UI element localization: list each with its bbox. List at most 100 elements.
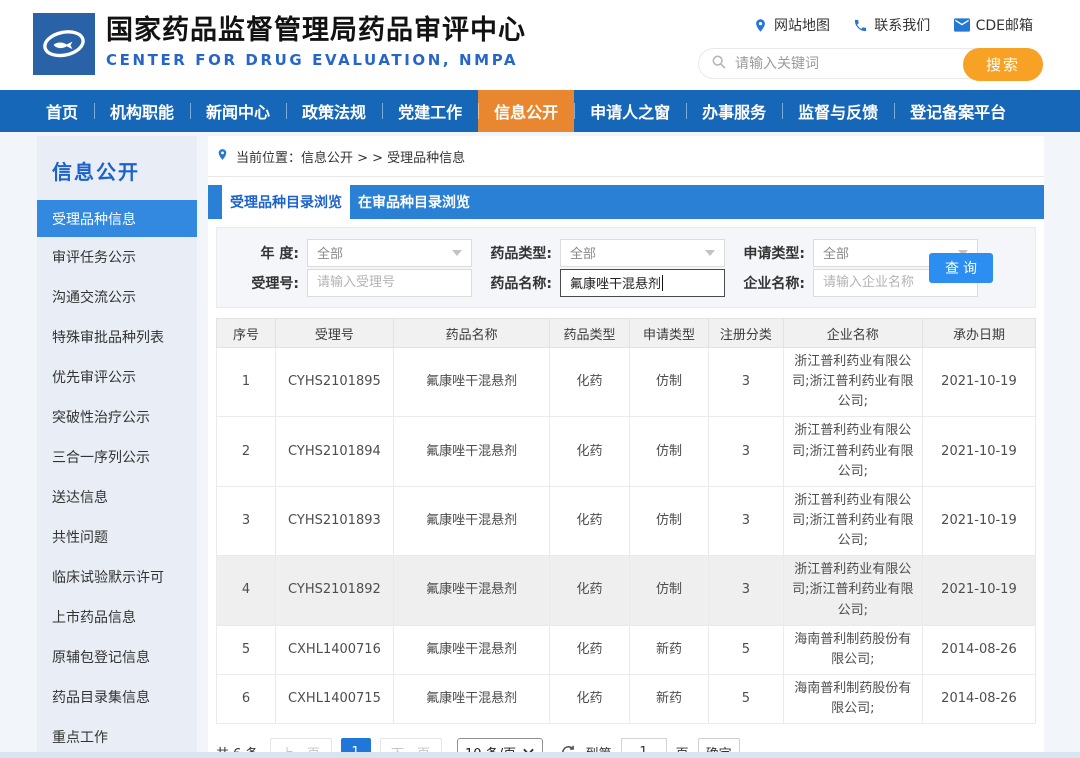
table-cell: CYHS2101892: [274, 555, 394, 626]
table-cell: 3: [708, 555, 784, 626]
table-header-cell: 药品类型: [549, 318, 630, 348]
nav-item[interactable]: 信息公开: [478, 90, 575, 132]
footer-strip: [0, 752, 1080, 758]
sidebar-item[interactable]: 突破性治疗公示: [37, 397, 197, 437]
table-cell: 1: [216, 346, 276, 418]
site-title: 国家药品监督管理局药品审评中心: [106, 15, 526, 46]
table-cell: 氟康唑干混悬剂: [392, 673, 551, 725]
table-cell: 仿制: [628, 346, 710, 418]
table-cell: 2021-10-19: [921, 555, 1037, 626]
table-row: 5 CXHL1400716 氟康唑干混悬剂 化药 新药 5 海南普利制药股份有限公司; 201…: [216, 624, 1037, 675]
site-header: 国家药品监督管理局药品审评中心 CENTER FOR DRUG EVALUATI…: [0, 0, 1080, 90]
table-header-cell: 承办日期: [921, 318, 1037, 348]
table-cell: 2014-08-26: [921, 673, 1037, 725]
phone-icon: [853, 18, 868, 33]
nav-item[interactable]: 政策法规: [286, 90, 382, 132]
filter-label: 年 度:: [260, 245, 299, 262]
nav-item[interactable]: 首页: [30, 90, 94, 132]
search-button[interactable]: 搜索: [963, 48, 1043, 81]
cde-logo: [33, 13, 95, 75]
nav-item[interactable]: 申请人之窗: [574, 90, 686, 132]
sidebar-item[interactable]: 三合一序列公示: [37, 437, 197, 477]
table-header-cell: 注册分类: [708, 318, 784, 348]
sidebar-item[interactable]: 送达信息: [37, 477, 197, 517]
table-cell: 2021-10-19: [921, 346, 1037, 418]
sidebar-title: 信息公开: [52, 160, 140, 184]
table-cell: 2021-10-19: [921, 416, 1037, 487]
table-cell: 2014-08-26: [921, 624, 1037, 675]
sidebar-item[interactable]: 重点工作: [37, 717, 197, 757]
tab-item[interactable]: 在审品种目录浏览: [350, 185, 478, 219]
drug-name-input[interactable]: 氟康唑干混悬剂: [560, 268, 725, 297]
table-cell: 4: [216, 555, 276, 626]
drug-type-select[interactable]: 全部: [560, 238, 725, 267]
sidebar-item[interactable]: 临床试验默示许可: [37, 557, 197, 597]
sidebar-item[interactable]: 沟通交流公示: [37, 277, 197, 317]
filter-label: 药品名称:: [490, 275, 552, 292]
table-cell: CXHL1400716: [274, 624, 394, 675]
table-cell: 浙江普利药业有限公司;浙江普利药业有限公司;: [782, 555, 923, 626]
filter-label: 药品类型:: [490, 245, 552, 262]
table-cell: 化药: [549, 555, 630, 626]
table-header-cell: 药品名称: [392, 318, 551, 348]
table-cell: 2: [216, 416, 276, 487]
table-row: 1 CYHS2101895 氟康唑干混悬剂 化药 仿制 3 浙江普利药业有限公司;浙江普利药…: [216, 346, 1037, 418]
nav-item[interactable]: 办事服务: [686, 90, 782, 132]
nav-item[interactable]: 监督与反馈: [782, 90, 894, 132]
year-select[interactable]: 全部: [307, 238, 472, 267]
table-cell: 海南普利制药股份有限公司;: [782, 673, 923, 725]
breadcrumb-text: 当前位置：信息公开 > > 受理品种信息: [236, 150, 466, 166]
sidebar-item[interactable]: 审评任务公示: [37, 237, 197, 277]
table-cell: 化药: [549, 416, 630, 487]
location-pin-icon: [753, 18, 768, 33]
table-cell: 氟康唑干混悬剂: [392, 485, 551, 557]
table-cell: 3: [708, 346, 784, 418]
table-cell: CYHS2101895: [274, 346, 394, 418]
table-cell: 化药: [549, 624, 630, 675]
table-cell: CYHS2101893: [274, 485, 394, 557]
table-cell: 5: [708, 624, 784, 675]
query-button[interactable]: 查询: [929, 252, 993, 283]
sidebar-item[interactable]: 优先审评公示: [37, 357, 197, 397]
header-links: 网站地图 联系我们 CDE邮箱: [698, 15, 1043, 35]
chevron-down-icon: [705, 249, 715, 256]
table-header-cell: 序号: [216, 318, 276, 348]
nav-item[interactable]: 机构职能: [94, 90, 190, 132]
results-table: 序号 受理号 药品名称 药品类型 申请类型 注册分类 企业名称 承办日期 1 CYHS210189…: [216, 318, 1037, 725]
sidebar-item[interactable]: 特殊审批品种列表: [37, 317, 197, 357]
mail-icon: [953, 18, 970, 32]
table-cell: 氟康唑干混悬剂: [392, 555, 551, 626]
table-cell: 化药: [549, 346, 630, 418]
table-cell: 海南普利制药股份有限公司;: [782, 624, 923, 675]
main-content: 当前位置：信息公开 > > 受理品种信息 受理品种目录浏览 在审品种目录浏览 年 …: [208, 136, 1044, 758]
table-cell: 5: [708, 673, 784, 725]
cde-mail-link[interactable]: CDE邮箱: [953, 15, 1033, 35]
sitemap-link[interactable]: 网站地图: [753, 15, 830, 35]
sidebar-item[interactable]: 上市药品信息: [37, 597, 197, 637]
cde-logo-icon: [37, 15, 91, 73]
table-row: 3 CYHS2101893 氟康唑干混悬剂 化药 仿制 3 浙江普利药业有限公司;浙江普利药…: [216, 485, 1037, 557]
sidebar-item[interactable]: 共性问题: [37, 517, 197, 557]
nav-item[interactable]: 登记备案平台: [894, 90, 1022, 132]
tab-item[interactable]: 受理品种目录浏览: [222, 185, 350, 219]
site-subtitle: CENTER FOR DRUG EVALUATION, NMPA: [106, 51, 519, 70]
table-cell: 氟康唑干混悬剂: [392, 624, 551, 675]
breadcrumb-pin-icon: [216, 148, 229, 165]
sidebar-item[interactable]: 原辅包登记信息: [37, 637, 197, 677]
table-cell: 仿制: [628, 485, 710, 557]
sidebar: 信息公开 受理品种信息 审评任务公示 沟通交流公示 特殊审批品种列表 优先审评公示 突破性…: [37, 136, 197, 752]
filter-panel: 年 度:全部药品类型:全部申请类型:全部受理号:药品名称:氟康唑干混悬剂企业名称…: [216, 227, 1036, 308]
sidebar-item[interactable]: 药品目录集信息: [37, 677, 197, 717]
acceptance-no-input[interactable]: [307, 268, 472, 297]
table-row: 2 CYHS2101894 氟康唑干混悬剂 化药 仿制 3 浙江普利药业有限公司;浙江普利药…: [216, 416, 1037, 487]
table-cell: 浙江普利药业有限公司;浙江普利药业有限公司;: [782, 485, 923, 557]
sidebar-item[interactable]: 受理品种信息: [37, 200, 197, 237]
table-cell: 2021-10-19: [921, 485, 1037, 557]
table-cell: 浙江普利药业有限公司;浙江普利药业有限公司;: [782, 346, 923, 418]
filter-label: 申请类型:: [743, 245, 805, 262]
table-cell: 仿制: [628, 416, 710, 487]
nav-item[interactable]: 党建工作: [382, 90, 478, 132]
table-cell: CXHL1400715: [274, 673, 394, 725]
contact-link[interactable]: 联系我们: [853, 15, 930, 35]
nav-item[interactable]: 新闻中心: [190, 90, 286, 132]
